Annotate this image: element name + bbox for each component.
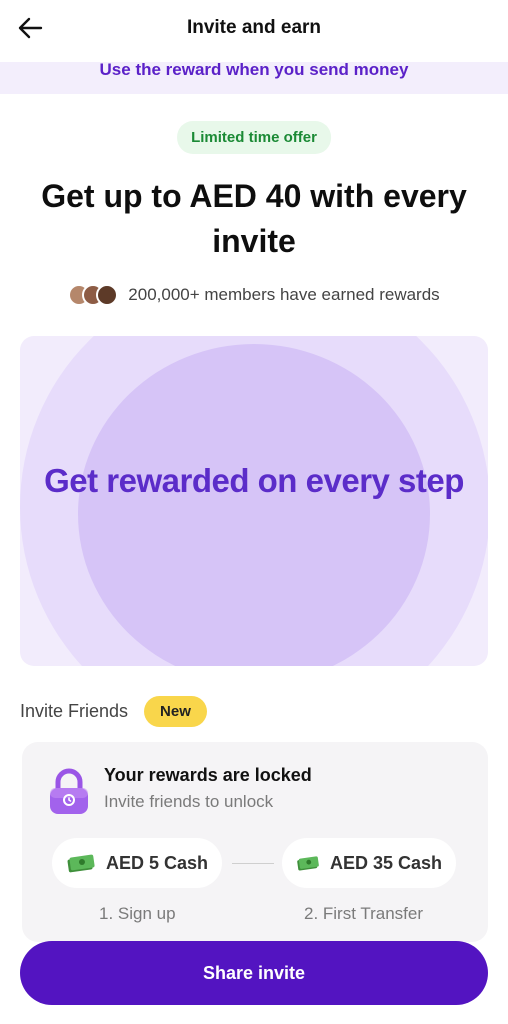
lock-icon (50, 768, 88, 814)
step-label: 2. First Transfer (304, 904, 424, 923)
reward-signup: AED 5 Cash (52, 838, 222, 888)
rewards-card: Your rewards are locked Invite friends t… (22, 742, 488, 942)
hero-animation: Get rewarded on every step (20, 336, 488, 666)
cash-icon (67, 854, 95, 873)
page-title: Invite and earn (186, 17, 322, 38)
invite-friends-header: Invite Friends New (20, 696, 207, 727)
card-subtitle: Invite friends to unlock (104, 792, 274, 811)
share-invite-button[interactable]: Share invite (20, 941, 488, 1005)
section-title: Invite Friends (20, 701, 129, 721)
reward-banner-text: Use the reward when you send money (99, 60, 409, 79)
limited-offer-badge: Limited time offer (177, 121, 331, 154)
step-label: 1. Sign up (99, 904, 176, 923)
app-header: Invite and earn (0, 0, 508, 60)
members-text: 200,000+ members have earned rewards (128, 285, 440, 304)
cash-icon (297, 856, 319, 871)
members-proof: 200,000+ members have earned rewards (0, 284, 508, 306)
reward-amount: AED 5 Cash (105, 852, 208, 873)
card-title: Your rewards are locked (104, 765, 312, 785)
hero-ring-inner (78, 344, 430, 666)
avatar (96, 284, 119, 306)
step-connector (232, 863, 274, 864)
new-badge: New (144, 696, 207, 727)
reward-amount: AED 35 Cash (329, 852, 442, 873)
avatar-stack (68, 284, 120, 306)
hero-text: Get rewarded on every step (44, 462, 464, 499)
headline: Get up to AED 40 with every invite (41, 178, 467, 259)
reward-first-transfer: AED 35 Cash (282, 838, 456, 888)
